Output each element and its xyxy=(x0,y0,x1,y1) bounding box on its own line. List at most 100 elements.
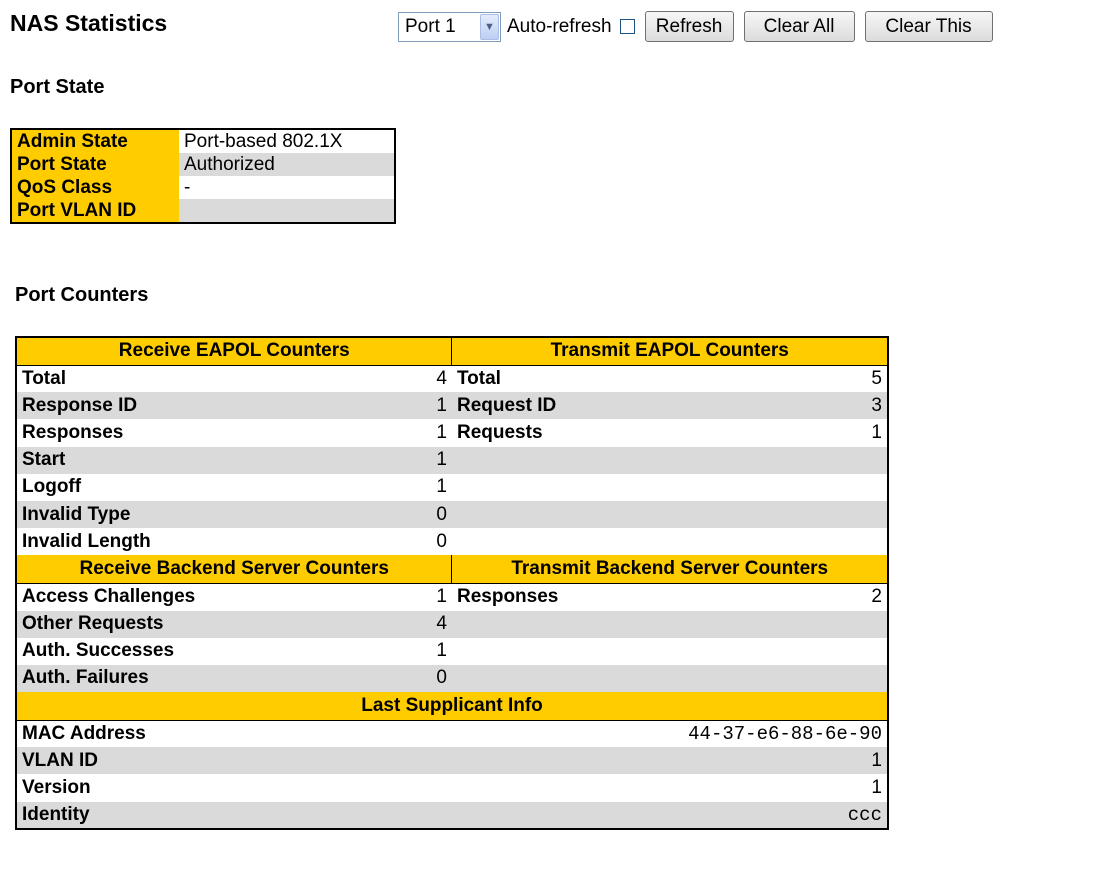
tx-counter-label xyxy=(451,500,752,529)
counter-row: Invalid Length 0 xyxy=(16,528,888,556)
tx-counter-value xyxy=(751,664,888,693)
rx-counter-value: 1 xyxy=(355,637,452,665)
tx-counter-label xyxy=(451,446,752,474)
rx-counter-value: 1 xyxy=(355,392,452,420)
tx-counter-label xyxy=(451,664,752,693)
tx-counter-value xyxy=(751,610,888,638)
counter-row: Auth. Failures 0 xyxy=(16,664,888,693)
port-state-value: Authorized xyxy=(179,153,395,176)
rx-counter-value: 4 xyxy=(355,365,452,393)
tx-counter-value: 3 xyxy=(751,392,888,420)
rx-counter-value: 0 xyxy=(355,528,452,556)
backend-header: Receive Backend Server Counters Transmit … xyxy=(16,555,888,584)
tx-counter-value xyxy=(751,473,888,501)
toolbar: Port 1 ▼ Auto-refresh Refresh Clear All … xyxy=(398,11,993,42)
rx-counter-value: 1 xyxy=(355,473,452,501)
supplicant-value: 44-37-e6-88-6e-90 xyxy=(451,720,888,748)
rx-counter-value: 1 xyxy=(355,419,452,447)
port-state-row: Port State Authorized xyxy=(11,153,395,176)
port-state-label: Port VLAN ID xyxy=(11,199,179,223)
counter-row: Access Challenges 1 Responses 2 xyxy=(16,583,888,611)
tx-counter-label: Requests xyxy=(451,419,752,447)
port-state-label: Port State xyxy=(11,153,179,176)
port-state-value: - xyxy=(179,176,395,199)
port-state-table: Admin State Port-based 802.1X Port State Au… xyxy=(10,128,396,224)
eapol-header: Receive EAPOL Counters Transmit EAPOL Cou… xyxy=(16,337,888,366)
rx-counter-label: Other Requests xyxy=(16,610,356,638)
supplicant-value: 1 xyxy=(451,747,888,775)
refresh-button[interactable]: Refresh xyxy=(644,11,734,42)
rx-counter-label: Invalid Length xyxy=(16,528,356,556)
rx-counter-label: Total xyxy=(16,365,356,393)
tx-counter-value: 1 xyxy=(751,419,888,447)
tx-counter-label: Request ID xyxy=(451,392,752,420)
tx-counter-label xyxy=(451,528,752,556)
counter-row: Responses 1 Requests 1 xyxy=(16,419,888,447)
rx-counter-label: Invalid Type xyxy=(16,500,356,529)
counter-row: Other Requests 4 xyxy=(16,610,888,638)
supplicant-row: MAC Address 44-37-e6-88-6e-90 xyxy=(16,720,888,748)
rx-counter-label: Auth. Successes xyxy=(16,637,356,665)
rx-counter-value: 0 xyxy=(355,664,452,693)
counter-row: Invalid Type 0 xyxy=(16,500,888,529)
counter-row: Start 1 xyxy=(16,446,888,474)
chevron-down-icon[interactable]: ▼ xyxy=(480,13,499,40)
tx-counter-value: 2 xyxy=(751,583,888,611)
supplicant-row: Identity ccc xyxy=(16,801,888,829)
rx-counter-label: Start xyxy=(16,446,356,474)
port-state-row: QoS Class - xyxy=(11,176,395,199)
supplicant-label: Version xyxy=(16,774,452,802)
rx-counter-value: 1 xyxy=(355,446,452,474)
port-state-label: Admin State xyxy=(11,129,179,153)
tx-counter-value xyxy=(751,528,888,556)
port-select[interactable]: Port 1 ▼ xyxy=(398,11,501,42)
tx-counter-label xyxy=(451,637,752,665)
rx-counter-value: 0 xyxy=(355,500,452,529)
tx-counter-value xyxy=(751,637,888,665)
rx-counter-label: Responses xyxy=(16,419,356,447)
port-state-row: Admin State Port-based 802.1X xyxy=(11,129,395,153)
tx-counter-value xyxy=(751,446,888,474)
auto-refresh-checkbox[interactable] xyxy=(619,19,635,34)
port-state-label: QoS Class xyxy=(11,176,179,199)
port-counters-table: Receive EAPOL Counters Transmit EAPOL Cou… xyxy=(15,336,889,830)
rx-counter-value: 1 xyxy=(355,583,452,611)
eapol-header-rx: Receive EAPOL Counters xyxy=(16,337,453,366)
clear-all-button[interactable]: Clear All xyxy=(743,11,855,42)
tx-counter-value: 5 xyxy=(751,365,888,393)
backend-header-tx: Transmit Backend Server Counters xyxy=(451,555,888,584)
counter-row: Response ID 1 Request ID 3 xyxy=(16,392,888,420)
tx-counter-label: Total xyxy=(451,365,752,393)
counter-row: Logoff 1 xyxy=(16,473,888,501)
supplicant-row: VLAN ID 1 xyxy=(16,747,888,775)
port-select-value: Port 1 xyxy=(405,15,456,37)
eapol-header-tx: Transmit EAPOL Counters xyxy=(451,337,888,366)
rx-counter-label: Access Challenges xyxy=(16,583,356,611)
rx-counter-value: 4 xyxy=(355,610,452,638)
counter-row: Total 4 Total 5 xyxy=(16,365,888,393)
supplicant-value: 1 xyxy=(451,774,888,802)
port-state-value: Port-based 802.1X xyxy=(179,129,395,153)
supplicant-label: VLAN ID xyxy=(16,747,452,775)
tx-counter-value xyxy=(751,500,888,529)
supplicant-value: ccc xyxy=(451,801,888,829)
supplicant-row: Version 1 xyxy=(16,774,888,802)
clear-this-button[interactable]: Clear This xyxy=(864,11,993,42)
rx-counter-label: Logoff xyxy=(16,473,356,501)
tx-counter-label xyxy=(451,610,752,638)
port-counters-title: Port Counters xyxy=(15,284,149,306)
supplicant-label: MAC Address xyxy=(16,720,452,748)
port-state-value xyxy=(179,199,395,223)
counter-row: Auth. Successes 1 xyxy=(16,637,888,665)
supplicant-header: Last Supplicant Info xyxy=(16,692,888,721)
rx-counter-label: Auth. Failures xyxy=(16,664,356,693)
port-state-row: Port VLAN ID xyxy=(11,199,395,223)
rx-counter-label: Response ID xyxy=(16,392,356,420)
port-state-title: Port State xyxy=(10,76,105,98)
tx-counter-label xyxy=(451,473,752,501)
page-title: NAS Statistics xyxy=(10,10,168,36)
supplicant-label: Identity xyxy=(16,801,452,829)
auto-refresh-label: Auto-refresh xyxy=(507,15,612,37)
supplicant-header-row: Last Supplicant Info xyxy=(16,692,888,721)
backend-header-rx: Receive Backend Server Counters xyxy=(16,555,453,584)
